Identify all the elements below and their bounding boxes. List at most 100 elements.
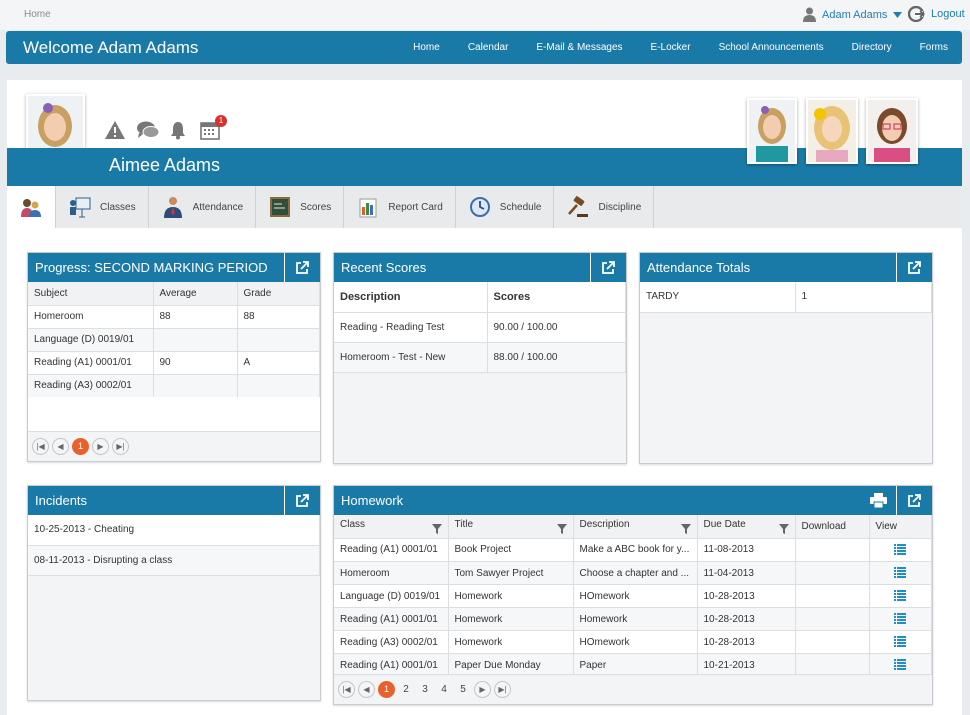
view-list-icon[interactable]: [894, 567, 907, 579]
bell-icon[interactable]: [168, 120, 192, 142]
caret-down-icon[interactable]: [893, 11, 903, 18]
table-row[interactable]: Reading (A3) 0002/01 Homework HOmework 10-2…: [334, 630, 932, 654]
nav-link-home[interactable]: Home: [399, 31, 454, 64]
filter-icon[interactable]: [680, 523, 691, 534]
warning-icon[interactable]: [104, 120, 128, 142]
tab-family[interactable]: [7, 186, 56, 228]
next-page-button[interactable]: ▶: [474, 681, 491, 698]
logout-link[interactable]: Logout: [908, 6, 965, 22]
column-header[interactable]: Grade: [237, 282, 320, 306]
tab-schedule[interactable]: Schedule: [456, 186, 555, 228]
column-header-download[interactable]: Download: [795, 515, 870, 539]
table-row[interactable]: Homeroom - Test - New 88.00 / 100.00: [334, 342, 626, 373]
last-page-button[interactable]: ▶|: [112, 438, 129, 455]
page-button[interactable]: 4: [436, 684, 452, 695]
table-row[interactable]: 10-25-2013 - Cheating: [28, 515, 320, 546]
view-cell: [869, 607, 932, 631]
pager: |◀ ◀ 1 ▶ ▶|: [28, 431, 320, 461]
nav-link-school-announcements[interactable]: School Announcements: [705, 31, 838, 64]
view-list-icon[interactable]: [894, 613, 907, 625]
cell: A: [237, 351, 320, 375]
breadcrumb[interactable]: Home: [24, 9, 51, 20]
table-row[interactable]: Reading (A3) 0002/01: [28, 374, 320, 398]
tab-discipline[interactable]: Discipline: [554, 186, 655, 228]
homework-panel: Homework Class Title Description Due Dat…: [333, 485, 933, 705]
tab-label: Discipline: [598, 201, 642, 213]
column-header-view[interactable]: View: [869, 515, 932, 539]
popout-icon[interactable]: [896, 486, 932, 515]
user-name[interactable]: Adam Adams: [822, 9, 887, 21]
download-cell[interactable]: [795, 630, 870, 654]
first-page-button[interactable]: |◀: [338, 681, 355, 698]
cell: Reading (A1) 0001/01: [28, 351, 154, 375]
page-button[interactable]: 3: [417, 684, 433, 695]
next-page-button[interactable]: ▶: [92, 438, 109, 455]
page-button[interactable]: 5: [455, 684, 471, 695]
progress-table: Subject Average Grade Homeroom 88 88 Langu…: [28, 282, 320, 398]
popout-icon[interactable]: [284, 253, 320, 282]
column-header[interactable]: Subject: [28, 282, 154, 306]
download-cell[interactable]: [795, 561, 870, 585]
table-row[interactable]: Homeroom 88 88: [28, 305, 320, 329]
tab-classes[interactable]: Classes: [56, 186, 149, 228]
table-row[interactable]: TARDY 1: [640, 282, 932, 313]
logout-label[interactable]: Logout: [931, 8, 965, 20]
prev-page-button[interactable]: ◀: [358, 681, 375, 698]
page-button-current[interactable]: 1: [72, 438, 89, 455]
popout-icon[interactable]: [896, 253, 932, 282]
prev-page-button[interactable]: ◀: [52, 438, 69, 455]
print-icon[interactable]: [860, 486, 896, 515]
tab-attendance[interactable]: Attendance: [149, 186, 257, 228]
page-button-current[interactable]: 1: [378, 681, 395, 698]
last-page-button[interactable]: ▶|: [494, 681, 511, 698]
table-row[interactable]: Homeroom Tom Sawyer Project Choose a chapt…: [334, 561, 932, 585]
download-cell[interactable]: [795, 538, 870, 562]
popout-icon[interactable]: [284, 486, 320, 515]
panel-title: Attendance Totals: [647, 260, 751, 275]
view-list-icon[interactable]: [894, 590, 907, 602]
table-row[interactable]: Language (D) 0019/01 Homework HOmework 10-2…: [334, 584, 932, 608]
tab-report-card[interactable]: Report Card: [344, 186, 456, 228]
filter-icon[interactable]: [556, 523, 567, 534]
column-header-due-date[interactable]: Due Date: [697, 515, 796, 539]
student-thumb-aimee[interactable]: [747, 98, 797, 164]
popout-icon[interactable]: [590, 253, 626, 282]
panel-body: 10-25-2013 - Cheating 08-11-2013 - Disru…: [28, 515, 320, 700]
column-header[interactable]: Scores: [487, 282, 626, 313]
nav-link-e-mail-messages[interactable]: E-Mail & Messages: [522, 31, 636, 64]
nav-link-e-locker[interactable]: E-Locker: [637, 31, 705, 64]
nav-link-forms[interactable]: Forms: [906, 31, 962, 64]
column-header[interactable]: Description: [334, 282, 488, 313]
panel-title: Recent Scores: [341, 260, 427, 275]
filter-icon[interactable]: [431, 523, 442, 534]
table-row[interactable]: 08-11-2013 - Disrupting a class: [28, 545, 320, 576]
view-list-icon[interactable]: [894, 544, 907, 556]
table-row[interactable]: Reading (A1) 0001/01 90 A: [28, 351, 320, 375]
column-header[interactable]: Average: [153, 282, 238, 306]
page-button[interactable]: 2: [398, 684, 414, 695]
table-row[interactable]: Reading (A1) 0001/01 Book Project Make a A…: [334, 538, 932, 562]
calendar-icon[interactable]: 1: [200, 115, 227, 142]
column-header-class[interactable]: Class: [334, 515, 449, 539]
download-cell[interactable]: [795, 584, 870, 608]
view-cell: [869, 538, 932, 562]
view-list-icon[interactable]: [894, 636, 907, 648]
first-page-button[interactable]: |◀: [32, 438, 49, 455]
table-row[interactable]: Reading (A1) 0001/01 Homework Homework 10-2…: [334, 607, 932, 631]
column-header-title[interactable]: Title: [448, 515, 574, 539]
student-thumb-3[interactable]: [866, 98, 918, 164]
download-cell[interactable]: [795, 607, 870, 631]
nav-link-directory[interactable]: Directory: [838, 31, 906, 64]
table-row[interactable]: Reading - Reading Test 90.00 / 100.00: [334, 312, 626, 343]
view-list-icon[interactable]: [894, 659, 907, 671]
user-menu[interactable]: Adam Adams: [803, 7, 903, 22]
nav-link-calendar[interactable]: Calendar: [454, 31, 523, 64]
view-cell: [869, 630, 932, 654]
filter-icon[interactable]: [778, 523, 789, 534]
tab-scores[interactable]: Scores: [256, 186, 345, 228]
chat-icon[interactable]: [136, 120, 160, 142]
table-row[interactable]: Language (D) 0019/01: [28, 328, 320, 352]
student-thumb-2[interactable]: [806, 98, 858, 164]
column-header-description[interactable]: Description: [573, 515, 698, 539]
cell: 08-11-2013 - Disrupting a class: [28, 545, 320, 576]
